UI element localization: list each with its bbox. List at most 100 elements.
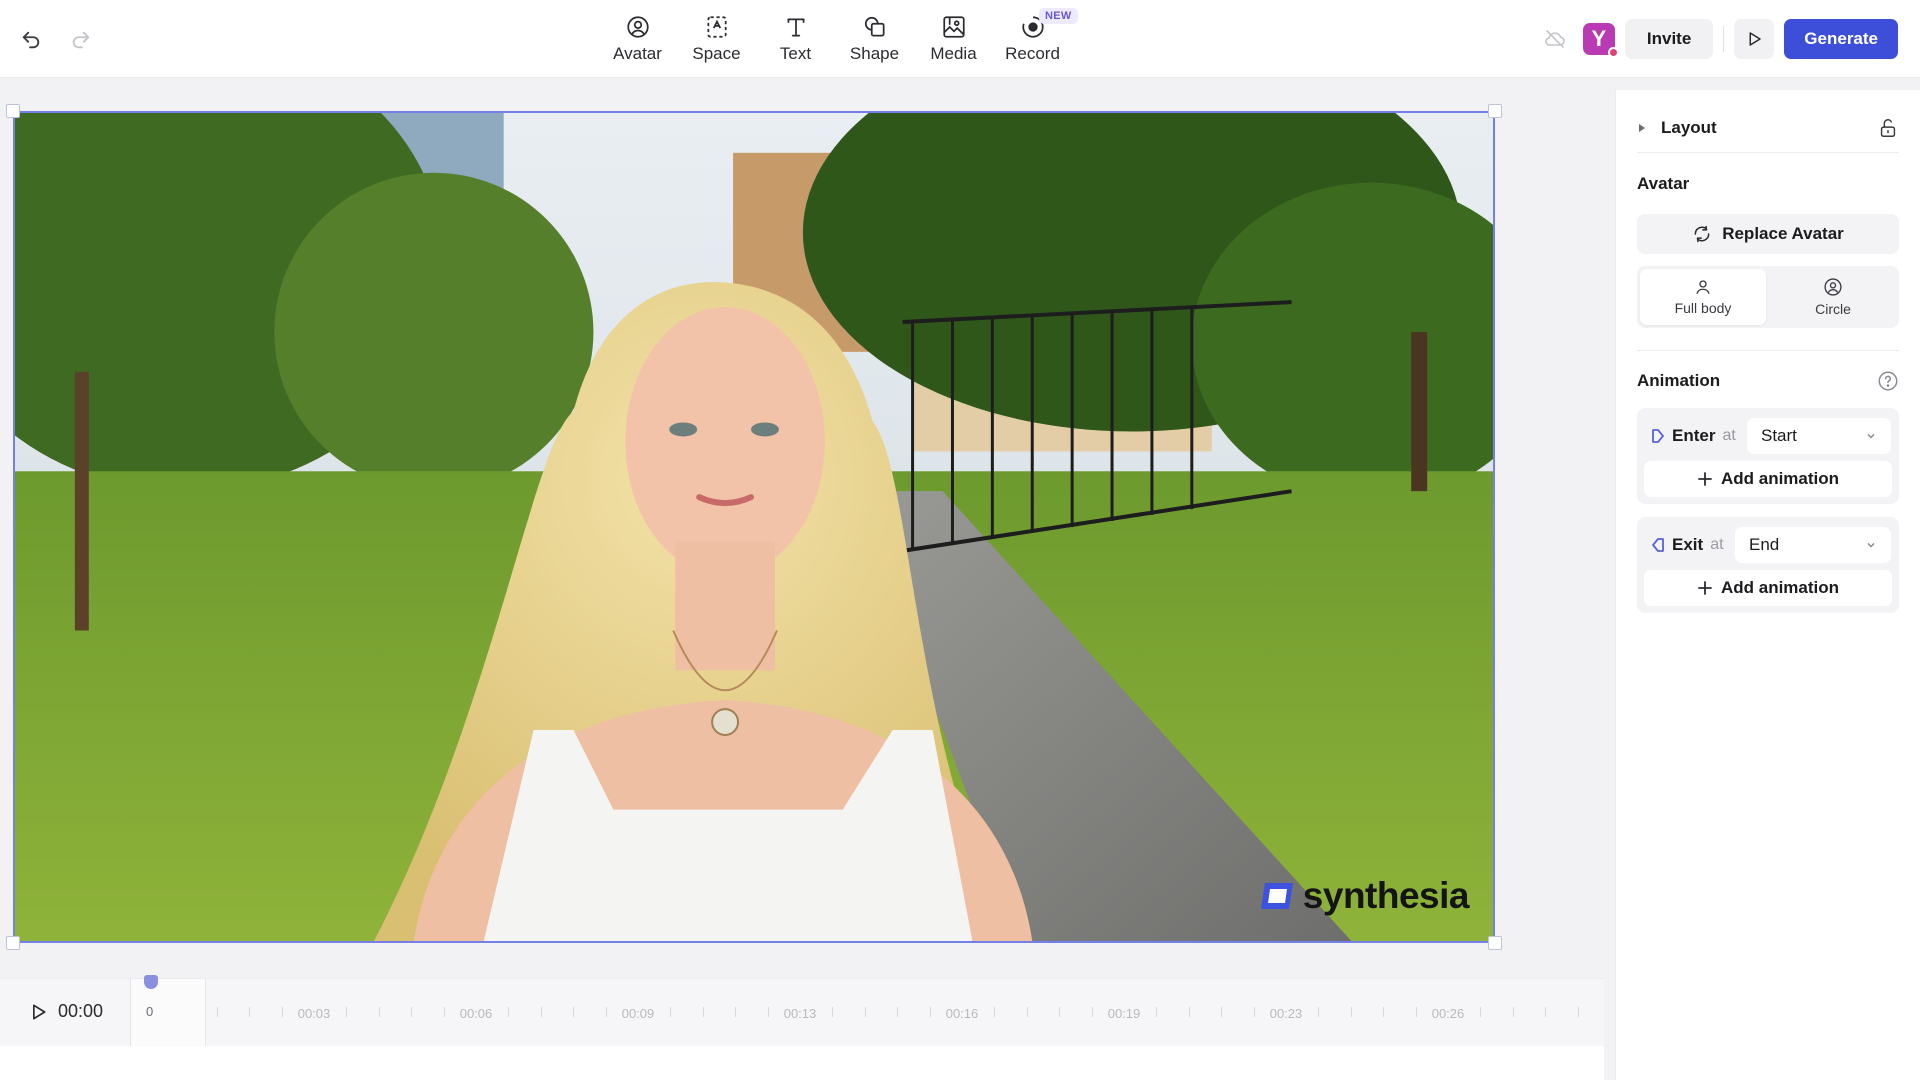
timeline-tick: [378, 1007, 380, 1017]
tool-avatar[interactable]: Avatar: [598, 10, 677, 68]
enter-animation-card: Enter at Start Add animation: [1637, 408, 1899, 504]
enter-label: Enter: [1672, 426, 1716, 445]
avatar-video-element[interactable]: synthesia: [13, 111, 1495, 943]
circle-avatar-icon: [1824, 278, 1842, 296]
panel-divider: [1637, 350, 1899, 351]
timeline-tick: [1415, 1007, 1417, 1017]
timeline-tick: [832, 1007, 834, 1017]
timeline: 00:00 0 00:03 00:06 00:09 00:13 00:16 00:19 00…: [0, 975, 1604, 1047]
timeline-tick: [1545, 1007, 1547, 1017]
timeline-tick: [735, 1007, 737, 1017]
tool-space-label: Space: [692, 44, 741, 63]
chevron-down-icon: [1867, 433, 1875, 439]
top-toolbar: Avatar Space Text Shape Media NEW Record: [0, 0, 1920, 78]
exit-animation-card: Exit at End Add animation: [1637, 517, 1899, 613]
help-icon[interactable]: [1877, 370, 1899, 392]
exit-animation-icon: [1652, 538, 1664, 552]
enter-timing-value: Start: [1761, 426, 1797, 445]
tool-media[interactable]: Media: [914, 10, 993, 68]
replace-icon: [1694, 225, 1710, 243]
timeline-tick: [994, 1007, 996, 1017]
tool-shape[interactable]: Shape: [835, 10, 914, 68]
cloud-sync-icon: [1545, 30, 1565, 48]
timeline-tick-label: 00:13: [783, 1006, 817, 1021]
person-icon: [1696, 280, 1710, 294]
timeline-tick: [1156, 1007, 1158, 1017]
timeline-tick: [1188, 1007, 1190, 1017]
undo-icon: [22, 31, 40, 49]
synthesia-logo-icon: [1260, 883, 1293, 909]
timeline-tick: [1091, 1007, 1093, 1017]
exit-timing-select[interactable]: End: [1735, 527, 1891, 563]
media-icon: [942, 16, 965, 38]
replace-avatar-button[interactable]: Replace Avatar: [1637, 214, 1899, 254]
user-status-dot: [1607, 47, 1619, 58]
scene-track[interactable]: [131, 979, 206, 1047]
avatar-style-full-body[interactable]: Full body: [1640, 269, 1766, 325]
chevron-down-icon: [1867, 542, 1875, 548]
tool-text-label: Text: [779, 44, 812, 63]
exit-label: Exit: [1672, 535, 1704, 554]
new-badge: NEW: [1039, 8, 1078, 24]
undo-button[interactable]: [13, 22, 49, 58]
timeline-tick: [540, 1007, 542, 1017]
avatar-icon: [626, 16, 649, 38]
user-initial: Y: [1591, 26, 1607, 51]
preview-play-button[interactable]: [1734, 19, 1775, 59]
timeline-ruler[interactable]: 00:03 00:06 00:09 00:13 00:16 00:19 00:23 00:26: [206, 979, 1602, 1047]
enter-timing-select[interactable]: Start: [1747, 418, 1891, 454]
timeline-tick: [1318, 1007, 1320, 1017]
timeline-tick: [1253, 1007, 1255, 1017]
redo-button[interactable]: [63, 22, 99, 58]
space-icon: [706, 16, 727, 38]
lock-open-icon[interactable]: [1877, 117, 1899, 139]
resize-handle-top-left[interactable]: [6, 104, 20, 118]
timeline-tick-label: 00:06: [459, 1006, 493, 1021]
resize-handle-bottom-right[interactable]: [1488, 936, 1502, 950]
timeline-tick: [1350, 1007, 1352, 1017]
timeline-tick-label: 00:19: [1107, 1006, 1141, 1021]
timeline-tick: [929, 1007, 931, 1017]
exit-timing-value: End: [1749, 535, 1780, 554]
timeline-tick: [1512, 1007, 1514, 1017]
resize-handle-top-right[interactable]: [1488, 104, 1502, 118]
invite-button[interactable]: Invite: [1624, 19, 1714, 59]
header-actions: Y Invite Generate: [1539, 19, 1898, 59]
add-enter-animation-button[interactable]: Add animation: [1644, 461, 1892, 497]
user-avatar[interactable]: Y: [1582, 23, 1619, 58]
avatar-style-circle[interactable]: Circle: [1770, 269, 1896, 325]
text-icon: [787, 18, 804, 37]
tool-avatar-label: Avatar: [613, 44, 662, 63]
timeline-tick: [670, 1007, 672, 1017]
tool-text[interactable]: Text: [756, 10, 835, 68]
watermark-text: synthesia: [1302, 875, 1470, 916]
resize-handle-bottom-left[interactable]: [6, 936, 20, 950]
timeline-tick: [346, 1007, 348, 1017]
generate-button[interactable]: Generate: [1784, 19, 1898, 59]
circle-label: Circle: [1815, 301, 1851, 317]
animation-header: Animation: [1637, 366, 1899, 396]
canvas-area: synthesia: [0, 78, 1615, 978]
timeline-play-button[interactable]: [26, 999, 50, 1025]
add-exit-animation-label: Add animation: [1720, 578, 1840, 597]
tool-record[interactable]: NEW Record: [993, 8, 1078, 68]
timeline-tick: [767, 1007, 769, 1017]
plus-icon: [1698, 581, 1712, 595]
tool-space[interactable]: Space: [677, 10, 756, 68]
replace-avatar-label: Replace Avatar: [1722, 224, 1844, 243]
timeline-tick: [281, 1007, 283, 1017]
properties-panel: Layout Avatar Replace Avatar Full body C…: [1615, 90, 1920, 1080]
plus-icon: [1698, 472, 1712, 486]
add-exit-animation-button[interactable]: Add animation: [1644, 570, 1892, 606]
timeline-tick: [216, 1007, 218, 1017]
timeline-tick: [443, 1007, 445, 1017]
shape-icon: [864, 16, 885, 37]
timeline-tick: [1026, 1007, 1028, 1017]
bottom-strip: [0, 1046, 1604, 1080]
timeline-tick: [1383, 1007, 1385, 1017]
timeline-tick-label: 00:09: [621, 1006, 655, 1021]
layout-section-toggle[interactable]: Layout: [1637, 110, 1899, 146]
playhead-marker[interactable]: [144, 975, 158, 989]
add-enter-animation-label: Add animation: [1720, 469, 1840, 488]
timeline-tick: [1221, 1007, 1223, 1017]
